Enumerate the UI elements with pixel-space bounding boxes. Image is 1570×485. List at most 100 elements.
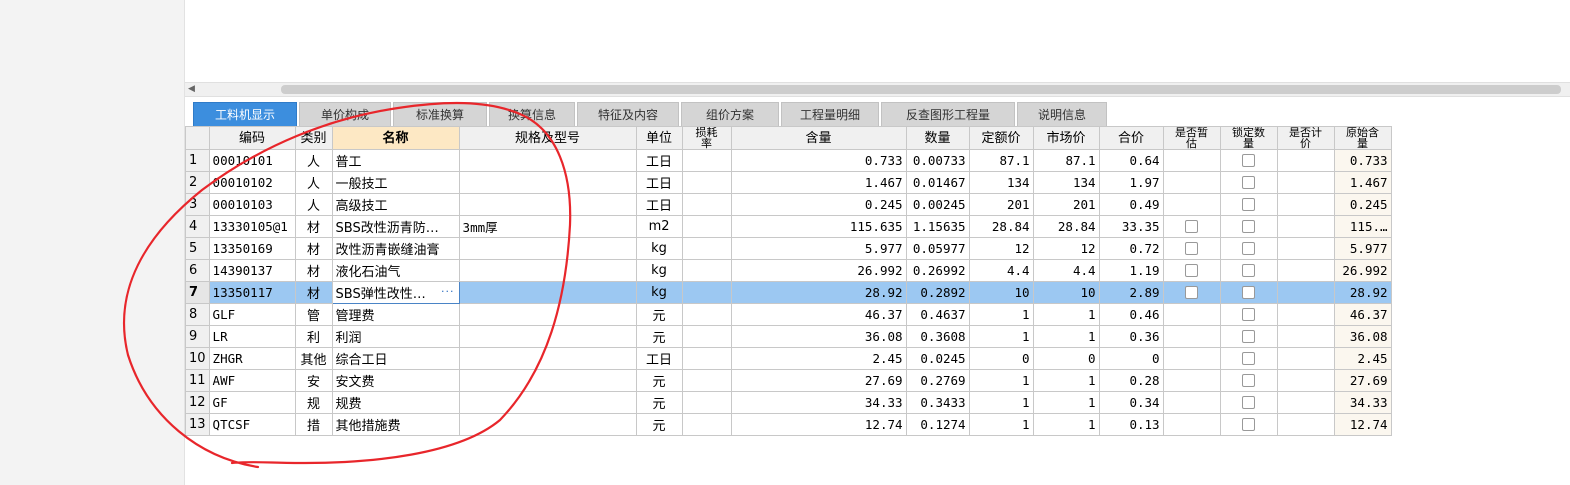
lock-quantity-checkbox[interactable] — [1242, 198, 1256, 211]
row-number[interactable]: 9 — [185, 325, 210, 348]
cell-quantity[interactable]: 0.3433 — [905, 391, 970, 414]
scroll-thumb[interactable] — [281, 85, 1561, 94]
cell-quota-price[interactable]: 0 — [968, 347, 1034, 370]
cell-loss-rate[interactable] — [681, 171, 732, 194]
cell-type[interactable]: 利 — [294, 325, 333, 348]
lock-quantity-checkbox[interactable] — [1242, 176, 1256, 189]
cell-loss-rate[interactable] — [681, 237, 732, 260]
cell-is-estimate[interactable] — [1162, 303, 1221, 326]
cell-is-estimate[interactable] — [1162, 259, 1221, 282]
tab-unit-price-composition[interactable]: 单价构成 — [299, 102, 391, 126]
cell-quantity[interactable]: 0.01467 — [905, 171, 970, 194]
table-row[interactable]: 3 00010103 人高级技工 工日 0.245 0.00245 201 201 0.49 0.… — [185, 193, 1392, 216]
cell-quota-price[interactable]: 1 — [968, 413, 1034, 436]
cell-name[interactable]: 规费 — [331, 391, 460, 414]
cell-loss-rate[interactable] — [681, 413, 732, 436]
tab-pricing-scheme[interactable]: 组价方案 — [681, 102, 779, 126]
cell-name[interactable]: 高级技工 — [331, 193, 460, 216]
table-row[interactable]: 4 13330105@1 材 SBS改性沥青防… 3mm厚 m2 115.635 1.1563… — [185, 215, 1392, 238]
cell-unit[interactable]: m2 — [635, 215, 683, 238]
cell-spec[interactable] — [458, 369, 637, 392]
lock-quantity-checkbox[interactable] — [1242, 418, 1256, 431]
cell-is-priced[interactable] — [1276, 303, 1335, 326]
cell-is-estimate[interactable] — [1162, 171, 1221, 194]
lock-quantity-checkbox[interactable] — [1242, 286, 1256, 299]
cell-unit[interactable]: 工日 — [635, 149, 683, 172]
cell-content[interactable]: 46.37 — [730, 303, 907, 326]
cell-lock-quantity[interactable] — [1219, 259, 1278, 282]
cell-content[interactable]: 115.635 — [730, 215, 907, 238]
tab-standard-conversion[interactable]: 标准换算 — [393, 102, 487, 126]
cell-quota-price[interactable]: 87.1 — [968, 149, 1034, 172]
cell-content[interactable]: 27.69 — [730, 369, 907, 392]
cell-original-content[interactable]: 26.992 — [1333, 259, 1392, 282]
cell-code[interactable]: 00010101 — [208, 149, 296, 172]
cell-total-price[interactable]: 1.97 — [1098, 171, 1164, 194]
cell-total-price[interactable]: 0.46 — [1098, 303, 1164, 326]
cell-lock-quantity[interactable] — [1219, 149, 1278, 172]
cell-lock-quantity[interactable] — [1219, 215, 1278, 238]
cell-type[interactable]: 材 — [294, 281, 333, 304]
cell-name[interactable]: 改性沥青嵌缝油膏 — [331, 237, 460, 260]
cell-unit[interactable]: kg — [635, 237, 683, 260]
cell-quota-price[interactable]: 10 — [968, 281, 1034, 304]
table-row[interactable]: 5 13350169 材改性沥青嵌缝油膏 kg 5.977 0.05977 12 12 0.72… — [185, 237, 1392, 260]
cell-code[interactable]: 13350117 — [208, 281, 296, 304]
cell-original-content[interactable]: 36.08 — [1333, 325, 1392, 348]
lock-quantity-checkbox[interactable] — [1242, 352, 1256, 365]
lock-quantity-checkbox[interactable] — [1242, 330, 1256, 343]
header-code[interactable]: 编码 — [208, 126, 296, 150]
cell-name[interactable]: SBS改性沥青防… — [331, 215, 460, 238]
cell-code[interactable]: 13330105@1 — [208, 215, 296, 238]
cell-spec[interactable] — [458, 149, 637, 172]
lock-quantity-checkbox[interactable] — [1242, 374, 1256, 387]
cell-unit[interactable]: kg — [635, 281, 683, 304]
tab-features-content[interactable]: 特征及内容 — [577, 102, 679, 126]
header-quota-price[interactable]: 定额价 — [968, 126, 1034, 150]
tab-labor-material-display[interactable]: 工料机显示 — [193, 102, 297, 126]
cell-market-price[interactable]: 0 — [1032, 347, 1100, 370]
cell-loss-rate[interactable] — [681, 215, 732, 238]
tab-conversion-info[interactable]: 换算信息 — [489, 102, 575, 126]
cell-is-estimate[interactable] — [1162, 281, 1221, 304]
cell-content[interactable]: 28.92 — [730, 281, 907, 304]
cell-quota-price[interactable]: 28.84 — [968, 215, 1034, 238]
cell-lock-quantity[interactable] — [1219, 303, 1278, 326]
cell-market-price[interactable]: 1 — [1032, 391, 1100, 414]
cell-market-price[interactable]: 10 — [1032, 281, 1100, 304]
cell-spec[interactable] — [458, 391, 637, 414]
cell-name[interactable]: SBS弹性改性… ··· — [331, 281, 460, 304]
cell-loss-rate[interactable] — [681, 149, 732, 172]
cell-is-priced[interactable] — [1276, 149, 1335, 172]
row-number[interactable]: 7 — [185, 281, 210, 304]
cell-market-price[interactable]: 1 — [1032, 303, 1100, 326]
cell-original-content[interactable]: 0.245 — [1333, 193, 1392, 216]
tab-description-info[interactable]: 说明信息 — [1017, 102, 1107, 126]
cell-name[interactable]: 安文费 — [331, 369, 460, 392]
cell-quantity[interactable]: 0.00245 — [905, 193, 970, 216]
cell-market-price[interactable]: 1 — [1032, 413, 1100, 436]
cell-code[interactable]: ZHGR — [208, 347, 296, 370]
cell-total-price[interactable]: 0.36 — [1098, 325, 1164, 348]
cell-lock-quantity[interactable] — [1219, 413, 1278, 436]
cell-original-content[interactable]: 34.33 — [1333, 391, 1392, 414]
lock-quantity-checkbox[interactable] — [1242, 264, 1256, 277]
header-loss-rate[interactable]: 损耗率 — [681, 126, 732, 150]
cell-total-price[interactable]: 2.89 — [1098, 281, 1164, 304]
cell-quota-price[interactable]: 12 — [968, 237, 1034, 260]
cell-is-priced[interactable] — [1276, 171, 1335, 194]
cell-name[interactable]: 普工 — [331, 149, 460, 172]
table-row[interactable]: 9 LR 利利润 元 36.08 0.3608 1 1 0.36 36.08 — [185, 325, 1392, 348]
cell-spec[interactable] — [458, 325, 637, 348]
table-row[interactable]: 10 ZHGR 其他 综合工日 工日 2.45 0.0245 0 0 0 2.45 — [185, 347, 1392, 370]
cell-unit[interactable]: kg — [635, 259, 683, 282]
cell-code[interactable]: AWF — [208, 369, 296, 392]
cell-type[interactable]: 材 — [294, 237, 333, 260]
cell-quota-price[interactable]: 4.4 — [968, 259, 1034, 282]
cell-code[interactable]: GLF — [208, 303, 296, 326]
cell-content[interactable]: 5.977 — [730, 237, 907, 260]
tab-quantity-details[interactable]: 工程量明细 — [781, 102, 879, 126]
cell-lock-quantity[interactable] — [1219, 391, 1278, 414]
cell-loss-rate[interactable] — [681, 193, 732, 216]
header-market-price[interactable]: 市场价 — [1032, 126, 1100, 150]
